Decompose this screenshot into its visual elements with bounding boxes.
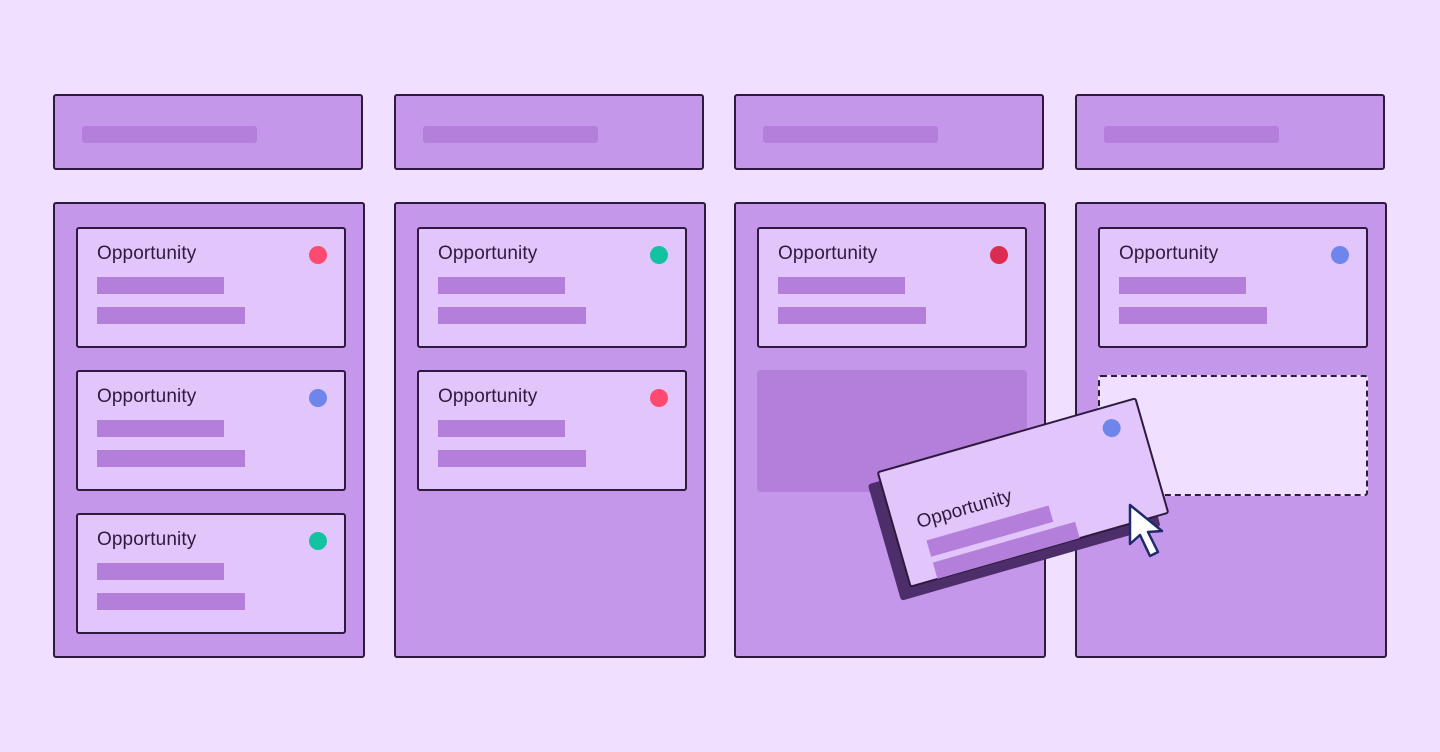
status-dot-icon [650, 389, 668, 407]
opportunity-card[interactable]: Opportunity [417, 370, 687, 491]
text-placeholder-bar [778, 277, 905, 294]
card-title: Opportunity [438, 386, 538, 407]
status-dot-icon [309, 532, 327, 550]
column-title-placeholder [82, 126, 257, 143]
status-dot-icon [1331, 246, 1349, 264]
status-dot-icon [990, 246, 1008, 264]
status-dot-icon [650, 246, 668, 264]
column-header-3[interactable] [734, 94, 1044, 170]
text-placeholder-bar [97, 563, 224, 580]
opportunity-card[interactable]: Opportunity [757, 227, 1027, 348]
text-placeholder-bar [97, 307, 245, 324]
status-dot-icon [1100, 416, 1123, 440]
text-placeholder-bar [438, 307, 586, 324]
mouse-pointer-icon [1128, 503, 1164, 558]
card-title: Opportunity [97, 243, 197, 264]
card-title: Opportunity [97, 529, 197, 550]
column-body-1: Opportunity Opportunity Opportunity [53, 202, 365, 658]
opportunity-card[interactable]: Opportunity [76, 227, 346, 348]
opportunity-card[interactable]: Opportunity [76, 513, 346, 634]
column-title-placeholder [763, 126, 938, 143]
opportunity-card[interactable]: Opportunity [76, 370, 346, 491]
opportunity-card[interactable]: Opportunity [417, 227, 687, 348]
text-placeholder-bar [97, 593, 245, 610]
column-title-placeholder [1104, 126, 1279, 143]
text-placeholder-bar [1119, 307, 1267, 324]
card-title: Opportunity [438, 243, 538, 264]
card-title: Opportunity [778, 243, 878, 264]
opportunity-card[interactable]: Opportunity [1098, 227, 1368, 348]
card-title: Opportunity [1119, 243, 1219, 264]
text-placeholder-bar [778, 307, 926, 324]
text-placeholder-bar [97, 420, 224, 437]
text-placeholder-bar [438, 277, 565, 294]
column-title-placeholder [423, 126, 598, 143]
column-body-3: Opportunity [734, 202, 1046, 658]
text-placeholder-bar [1119, 277, 1246, 294]
status-dot-icon [309, 246, 327, 264]
column-header-2[interactable] [394, 94, 704, 170]
column-body-2: Opportunity Opportunity [394, 202, 706, 658]
text-placeholder-bar [438, 450, 586, 467]
text-placeholder-bar [97, 450, 245, 467]
text-placeholder-bar [438, 420, 565, 437]
column-header-1[interactable] [53, 94, 363, 170]
text-placeholder-bar [97, 277, 224, 294]
column-header-4[interactable] [1075, 94, 1385, 170]
status-dot-icon [309, 389, 327, 407]
card-title: Opportunity [97, 386, 197, 407]
